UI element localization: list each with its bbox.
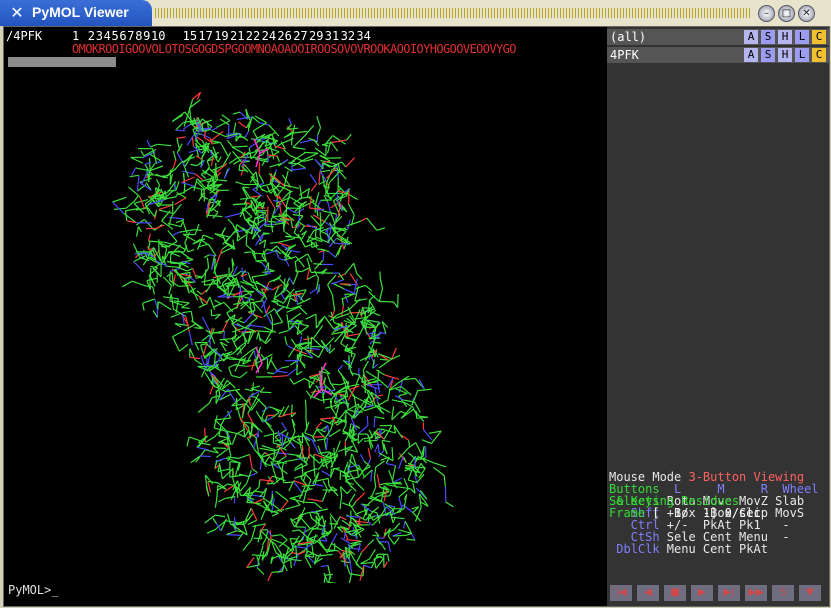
mouse-row-label: DblClk [609, 542, 660, 556]
sequence-number: 10 [151, 29, 166, 43]
object-button-a[interactable]: A [744, 30, 758, 44]
sequence-number: 1 [72, 29, 80, 43]
sequence-number: 3 [95, 29, 103, 43]
maximize-button[interactable]: □ [778, 5, 795, 22]
forward-button[interactable]: ▶| [718, 585, 740, 601]
sequence-number: 19 [214, 29, 229, 43]
sequence-number: 32 [340, 29, 356, 43]
sequence-number: 2 [87, 29, 96, 43]
molecule-render[interactable] [4, 71, 606, 583]
object-name[interactable]: (all) [610, 30, 646, 44]
object-button-s[interactable]: S [761, 48, 775, 62]
sequence-number: 31 [324, 29, 340, 43]
sequence-number: 27 [293, 29, 308, 43]
play-button[interactable]: ▶ [691, 585, 713, 601]
molecule-bonds [112, 91, 455, 583]
sequence-number: 4 [103, 29, 111, 43]
sequence-scrollbar[interactable] [8, 57, 116, 67]
sequence-number: 22 [245, 29, 261, 43]
sequence-number: 9 [143, 29, 151, 43]
title-bar[interactable]: ✕ PyMOL Viewer – □ ✕ [0, 0, 831, 26]
sequence-number: 7 [127, 29, 135, 43]
scene-button[interactable]: S [772, 585, 794, 601]
object-button-c[interactable]: C [812, 30, 826, 44]
sequence-residues[interactable]: OMOKROOIGOOVOLOTOSGOGDSPGOOMNOAOAOOIROOS… [72, 42, 516, 56]
title-tab: ✕ PyMOL Viewer [0, 0, 152, 26]
sequence-number: 26 [277, 29, 292, 43]
object-row-4PFK[interactable]: 4PFK A S H L C [607, 47, 829, 63]
object-button-l[interactable]: L [795, 30, 809, 44]
object-button-h[interactable]: H [778, 48, 792, 62]
command-prompt[interactable]: PyMOL>_ [8, 583, 59, 597]
sequence-number: 29 [309, 29, 324, 43]
stop-button[interactable]: ■ [664, 585, 686, 601]
frame-value: [ 1/ 1] 0/sec [652, 506, 761, 520]
sequence-number: 8 [135, 29, 143, 43]
menu-button[interactable]: ▼ [799, 585, 821, 601]
sequence-number: 17 [198, 29, 213, 43]
sequence-number: 21 [230, 29, 245, 43]
object-button-a[interactable]: A [744, 48, 758, 62]
movie-controls: |◀ ◀ ■ ▶ ▶| ▶▶ S ▼ [607, 581, 829, 605]
object-button-h[interactable]: H [778, 30, 792, 44]
object-button-s[interactable]: S [761, 30, 775, 44]
sequence-number: 6 [119, 29, 127, 43]
x-logo-icon: ✕ [10, 3, 24, 22]
sequence-bar[interactable]: /4PFK 1 2 3 4 5 6 7 8 9 10 15 17 19 21 22 24 26 27 29 31 32 3… [4, 27, 606, 71]
pymol-window: ✕ PyMOL Viewer – □ ✕ /4PFK 1 2 3 4 5 6 7 8 9 10 15… [0, 0, 831, 608]
object-button-c[interactable]: C [812, 48, 826, 62]
object-panel: (all) A S H L C 4PFK A S H L C Mouse Mode 3-Button … [607, 27, 829, 606]
sequence-number: 5 [111, 29, 119, 43]
close-button[interactable]: ✕ [798, 5, 815, 22]
molecule-viewport[interactable] [4, 71, 606, 583]
rewind-button[interactable]: |◀ [610, 585, 632, 601]
object-row-all[interactable]: (all) A S H L C [607, 29, 829, 45]
back-button[interactable]: ◀ [637, 585, 659, 601]
window-title: PyMOL Viewer [32, 4, 129, 20]
object-name[interactable]: 4PFK [610, 48, 639, 62]
mouse-mode-panel[interactable]: Mouse Mode 3-Button Viewing Buttons L M … [609, 471, 829, 555]
mouse-row-actions: Menu Cent PkAt [659, 542, 768, 556]
sequence-number: 15 [182, 29, 198, 43]
frame-label: Frame [609, 506, 646, 520]
main-frame: /4PFK 1 2 3 4 5 6 7 8 9 10 15 17 19 21 22 24 26 27 29 31 32 3… [3, 26, 830, 607]
title-stripes [155, 8, 750, 18]
sequence-object-name: /4PFK [6, 29, 43, 43]
sequence-number: 34 [356, 29, 371, 43]
end-button[interactable]: ▶▶ [745, 585, 767, 601]
object-button-l[interactable]: L [795, 48, 809, 62]
sequence-number: 24 [261, 29, 277, 43]
minimize-button[interactable]: – [758, 5, 775, 22]
